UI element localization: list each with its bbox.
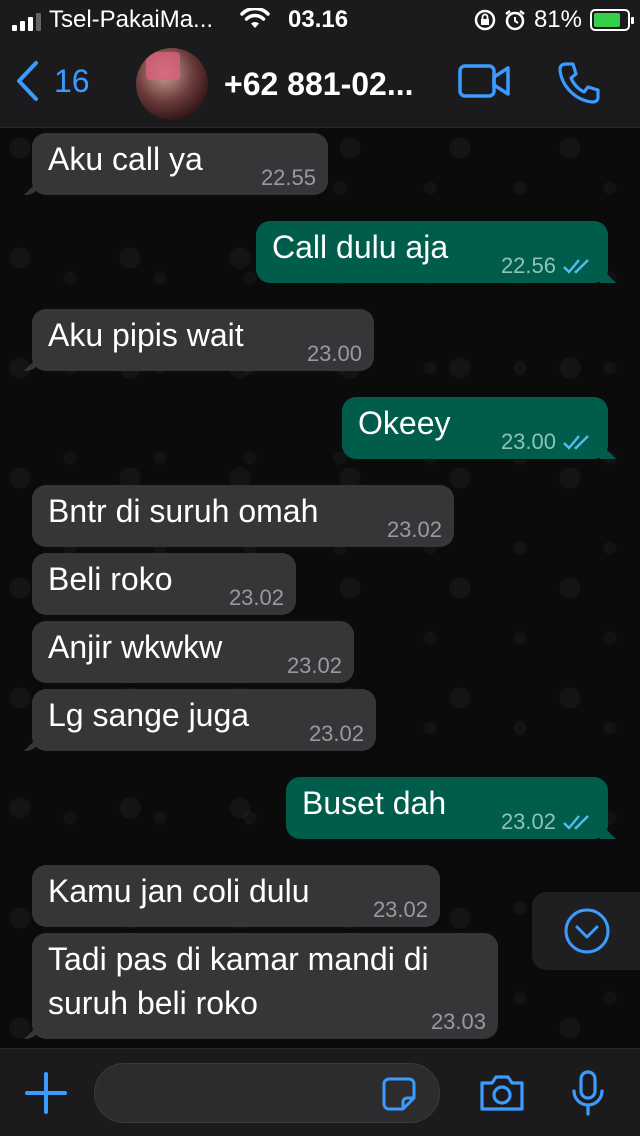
back-button[interactable]: 16 bbox=[14, 60, 90, 102]
message-text: Aku call ya bbox=[48, 141, 203, 177]
carrier-group: Tsel-PakaiMa... bbox=[12, 6, 213, 34]
message-text: Bntr di suruh omah bbox=[48, 493, 319, 529]
message-time: 23.02 bbox=[286, 653, 342, 678]
contact-name[interactable]: +62 881-02... bbox=[224, 66, 413, 103]
scroll-to-bottom-button[interactable] bbox=[532, 892, 640, 970]
message-bubble[interactable]: Aku pipis wait 23.00 bbox=[32, 309, 374, 371]
read-ticks-icon bbox=[563, 435, 589, 450]
plus-icon[interactable] bbox=[24, 1071, 68, 1115]
message-time-group: 23.00 bbox=[307, 343, 362, 365]
microphone-icon[interactable] bbox=[570, 1069, 606, 1117]
message-time-group: 23.02 bbox=[229, 587, 284, 609]
signal-icon bbox=[12, 9, 41, 31]
status-time: 03.16 bbox=[288, 6, 349, 33]
message-text: Beli roko bbox=[48, 561, 173, 597]
message-time-group: 23.02 bbox=[309, 723, 364, 745]
message-bubble[interactable]: Aku call ya 22.55 bbox=[32, 133, 328, 195]
phone-icon[interactable] bbox=[556, 60, 602, 106]
message-time-group: 23.02 bbox=[373, 899, 428, 921]
message-time: 23.02 bbox=[372, 897, 428, 922]
battery-percent: 81% bbox=[533, 6, 582, 33]
read-ticks-icon bbox=[563, 259, 589, 274]
message-bubble[interactable]: Beli roko 23.02 bbox=[32, 553, 296, 615]
status-bar: Tsel-PakaiMa... 03.16 81% bbox=[0, 0, 640, 40]
sticker-icon[interactable] bbox=[381, 1076, 417, 1112]
message-time-group: 23.00 bbox=[501, 431, 596, 453]
message-text: Kamu jan coli dulu bbox=[48, 873, 310, 909]
message-bubble[interactable]: Call dulu aja 22.56 bbox=[256, 221, 608, 283]
message-time-group: 23.02 bbox=[287, 655, 342, 677]
message-time: 23.00 bbox=[500, 429, 556, 454]
message-time-group: 22.56 bbox=[501, 255, 596, 277]
avatar[interactable] bbox=[136, 48, 208, 120]
composer-bar bbox=[0, 1048, 640, 1136]
message-list[interactable]: Aku call ya 22.55 Call dulu aja 22.56 Ak… bbox=[0, 128, 640, 1048]
alarm-icon bbox=[505, 10, 525, 31]
battery-fill bbox=[594, 13, 620, 27]
message-bubble[interactable]: Lg sange juga 23.02 bbox=[32, 689, 376, 751]
message-time-group: 23.02 bbox=[387, 519, 442, 541]
message-time: 23.02 bbox=[386, 517, 442, 542]
message-time-group: 22.55 bbox=[261, 167, 316, 189]
message-text: Lg sange juga bbox=[48, 697, 250, 733]
message-bubble[interactable]: Anjir wkwkw 23.02 bbox=[32, 621, 354, 683]
message-text: Buset dah bbox=[302, 785, 447, 821]
message-input-container[interactable] bbox=[94, 1063, 440, 1123]
unread-count: 16 bbox=[54, 62, 90, 99]
message-time: 23.03 bbox=[430, 1009, 486, 1034]
message-time: 23.00 bbox=[306, 341, 362, 366]
message-time-group: 23.02 bbox=[501, 811, 596, 833]
wifi-icon bbox=[240, 8, 270, 28]
message-bubble[interactable]: Bntr di suruh omah 23.02 bbox=[32, 485, 454, 547]
message-time: 23.02 bbox=[228, 585, 284, 610]
battery-icon bbox=[590, 9, 634, 31]
message-bubble[interactable]: Tadi pas di kamar mandi di suruh beli ro… bbox=[32, 933, 498, 1039]
message-input[interactable] bbox=[95, 1064, 355, 1122]
carrier-name: Tsel-PakaiMa... bbox=[49, 6, 214, 33]
message-time: 23.02 bbox=[500, 809, 556, 834]
chevron-down-circle-icon bbox=[564, 908, 610, 954]
message-text: Aku pipis wait bbox=[48, 317, 244, 353]
message-bubble[interactable]: Okeey 23.00 bbox=[342, 397, 608, 459]
read-ticks-icon bbox=[563, 815, 589, 830]
chevron-left-icon bbox=[17, 61, 38, 101]
message-text: Call dulu aja bbox=[272, 229, 449, 265]
message-time: 23.02 bbox=[308, 721, 364, 746]
message-time: 22.56 bbox=[500, 253, 556, 278]
message-bubble[interactable]: Buset dah 23.02 bbox=[286, 777, 608, 839]
orientation-lock-icon bbox=[474, 9, 496, 31]
message-bubble[interactable]: Kamu jan coli dulu 23.02 bbox=[32, 865, 440, 927]
message-text: Tadi pas di kamar mandi di suruh beli ro… bbox=[48, 941, 429, 1021]
camera-icon[interactable] bbox=[478, 1073, 526, 1113]
chat-header: 16 +62 881-02... bbox=[0, 40, 640, 128]
message-text: Anjir wkwkw bbox=[48, 629, 223, 665]
video-camera-icon[interactable] bbox=[458, 62, 510, 100]
status-right: 81% bbox=[474, 6, 634, 34]
message-time: 22.55 bbox=[260, 165, 316, 190]
message-text: Okeey bbox=[358, 405, 451, 441]
message-time-group: 23.03 bbox=[431, 1011, 486, 1033]
